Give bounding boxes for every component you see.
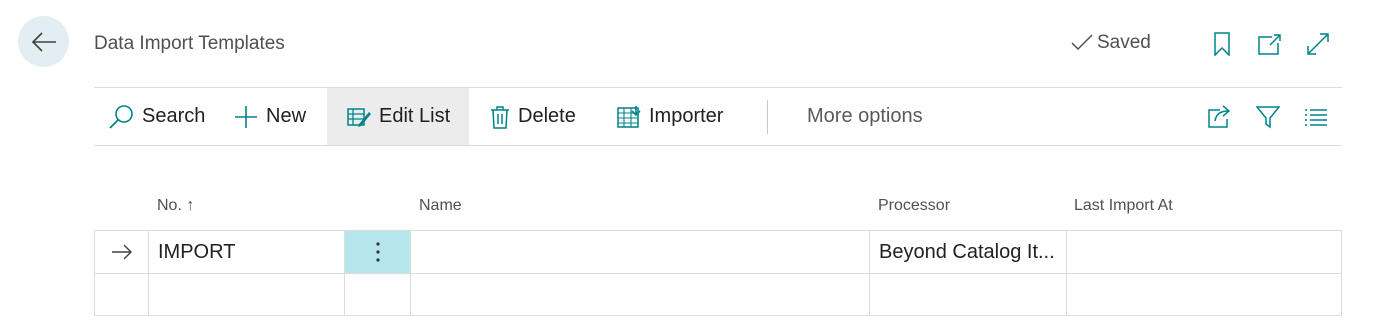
cell-processor[interactable]: Beyond Catalog It... — [870, 231, 1067, 273]
importer-icon — [617, 105, 641, 128]
saved-status: Saved — [1071, 32, 1151, 54]
search-icon — [109, 104, 133, 129]
action-bar: Search New Edit List Delete Importer Mor… — [94, 87, 1342, 146]
new-label: New — [266, 105, 307, 127]
importer-label: Importer — [649, 105, 724, 127]
search-label: Search — [142, 105, 206, 127]
plus-icon — [235, 105, 257, 128]
filter-icon — [1256, 106, 1280, 129]
table-row[interactable]: IMPORT Beyond Catalog It... — [94, 231, 1342, 273]
bookmark-button[interactable] — [1209, 31, 1235, 57]
list-view-icon — [1305, 109, 1327, 126]
share-button[interactable] — [1206, 104, 1232, 130]
column-header-no[interactable]: No. ↑ — [157, 197, 194, 215]
column-header-processor[interactable]: Processor — [878, 197, 950, 215]
back-arrow-icon — [31, 31, 56, 52]
table-row-empty[interactable] — [94, 273, 1342, 316]
filter-button[interactable] — [1255, 104, 1281, 130]
edit-list-label: Edit List — [379, 105, 451, 127]
back-button[interactable] — [18, 16, 69, 67]
cell-no[interactable]: IMPORT — [149, 231, 345, 273]
bookmark-icon — [1214, 32, 1230, 56]
row-selector[interactable] — [94, 274, 149, 316]
edit-list-button[interactable]: Edit List — [327, 88, 469, 145]
open-new-window-button[interactable] — [1257, 31, 1283, 57]
more-options-button[interactable]: More options — [807, 88, 923, 145]
row-selector[interactable] — [94, 231, 149, 273]
cell-last-import-at[interactable] — [1067, 274, 1342, 316]
cell-last-import-at[interactable] — [1067, 231, 1342, 273]
cell-name[interactable] — [411, 274, 870, 316]
toolbar-divider — [767, 100, 768, 134]
edit-list-icon — [347, 107, 371, 127]
list-view-button[interactable] — [1303, 104, 1329, 130]
cell-name[interactable] — [411, 231, 870, 273]
more-vertical-icon — [375, 242, 380, 262]
expand-button[interactable] — [1305, 31, 1331, 57]
row-actions-button[interactable] — [345, 231, 411, 273]
delete-label: Delete — [518, 105, 576, 127]
row-arrow-icon — [111, 244, 132, 260]
open-new-window-icon — [1258, 34, 1281, 55]
trash-icon — [491, 105, 509, 129]
cell-actions[interactable] — [345, 274, 411, 316]
column-header-last-import-at[interactable]: Last Import At — [1074, 197, 1173, 215]
new-button[interactable]: New — [234, 88, 306, 145]
importer-button[interactable]: Importer — [617, 88, 723, 145]
share-icon — [1208, 105, 1231, 128]
cell-no[interactable] — [149, 274, 345, 316]
expand-icon — [1307, 33, 1329, 55]
data-grid: IMPORT Beyond Catalog It... — [94, 230, 1342, 316]
checkmark-icon — [1071, 34, 1093, 51]
sort-ascending-icon: ↑ — [186, 197, 195, 214]
cell-processor[interactable] — [870, 274, 1067, 316]
saved-label: Saved — [1097, 32, 1151, 53]
search-button[interactable]: Search — [108, 88, 205, 145]
page-title: Data Import Templates — [94, 33, 285, 54]
column-header-name[interactable]: Name — [419, 197, 462, 215]
delete-button[interactable]: Delete — [490, 88, 576, 145]
